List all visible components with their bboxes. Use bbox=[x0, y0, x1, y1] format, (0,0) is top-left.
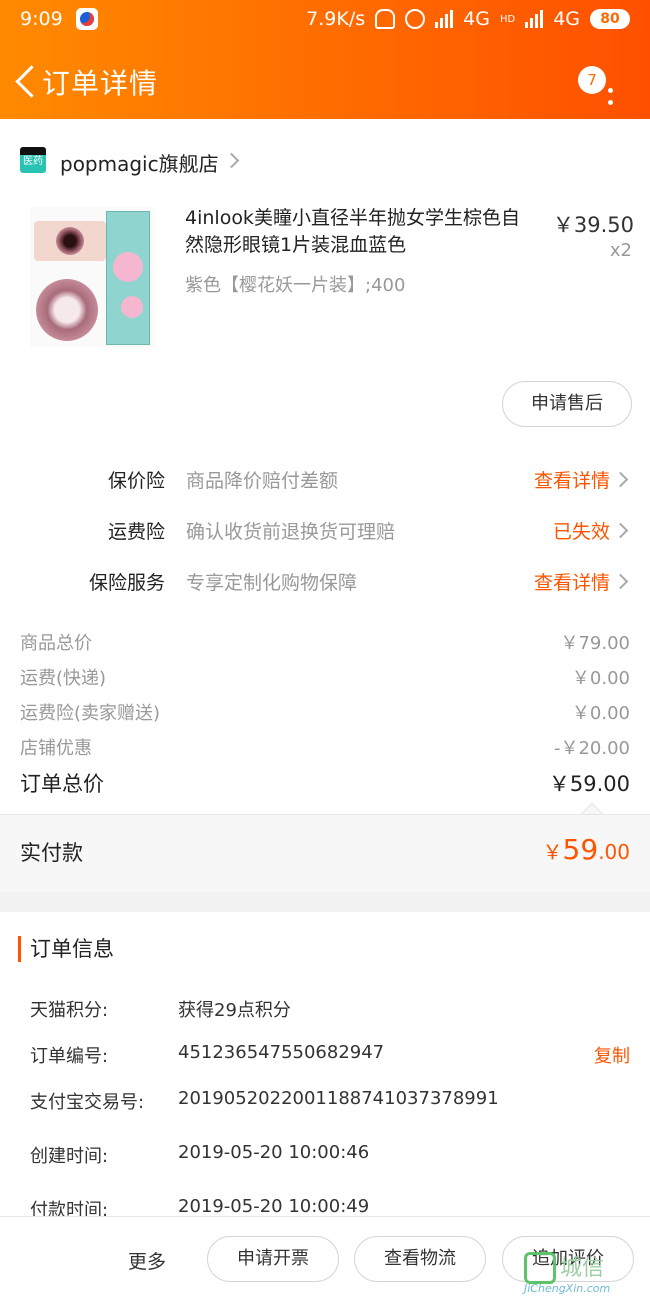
chevron-right-icon bbox=[612, 471, 629, 488]
network-speed: 7.9K/s bbox=[306, 8, 366, 30]
app-notification-icon bbox=[76, 8, 98, 30]
insurance-label: 运费险 bbox=[107, 521, 165, 543]
payment-currency: ￥ bbox=[542, 840, 563, 864]
status-right: 7.9K/s 4G HD 4G 80 bbox=[306, 8, 630, 30]
more-menu-button[interactable]: 7 bbox=[578, 66, 622, 114]
signal-icon-2 bbox=[525, 10, 544, 28]
order-total-label: 订单总价 bbox=[20, 772, 104, 796]
info-key: 订单编号: bbox=[30, 1046, 109, 1067]
product-box bbox=[106, 211, 150, 345]
info-row: 订单编号: 451236547550682947 复制 bbox=[0, 1038, 650, 1068]
info-key: 支付宝交易号: bbox=[30, 1092, 145, 1113]
info-row: 天猫积分: 获得29点积分 bbox=[0, 992, 650, 1022]
summary-label: 商品总价 bbox=[20, 633, 92, 654]
order-info-card: 订单信息 天猫积分: 获得29点积分 订单编号: 451236547550682… bbox=[0, 912, 650, 1221]
insurance-label: 保价险 bbox=[107, 470, 165, 492]
chevron-right-icon bbox=[612, 522, 629, 539]
payment-label: 实付款 bbox=[20, 841, 83, 865]
status-time: 9:09 bbox=[20, 8, 63, 30]
summary-value: ￥79.00 bbox=[560, 633, 630, 654]
status-bar: 9:09 7.9K/s 4G HD 4G 80 bbox=[0, 0, 650, 42]
insurance-link[interactable]: 查看详情 bbox=[534, 466, 610, 493]
watermark-url: JiChengXin.com bbox=[524, 1282, 611, 1295]
network-type-2: 4G bbox=[553, 8, 580, 30]
summary-label: 运费险(卖家赠送) bbox=[20, 703, 161, 724]
summary-label: 运费(快递) bbox=[20, 668, 107, 689]
shop-name[interactable]: popmagic旗舰店 bbox=[60, 148, 219, 177]
order-total-row: 订单总价 ￥59.00 bbox=[0, 766, 650, 800]
header-bar: 9:09 7.9K/s 4G HD 4G 80 订单详情 7 bbox=[0, 0, 650, 119]
info-value: 2019052022001188741037378991 bbox=[178, 1088, 499, 1109]
order-total-value: ￥59.00 bbox=[548, 772, 630, 796]
info-key: 天猫积分: bbox=[30, 1000, 109, 1021]
product-title[interactable]: 4inlook美瞳小直径半年抛女学生棕色自然隐形眼镜1片装混血蓝色 bbox=[185, 205, 535, 259]
watermark-text: 城信 bbox=[560, 1256, 605, 1281]
more-button[interactable]: 更多 bbox=[128, 1247, 166, 1274]
summary-row: 商品总价 ￥79.00 bbox=[0, 627, 650, 655]
payment-amount-int: 59 bbox=[562, 833, 599, 866]
order-card: 医药 popmagic旗舰店 4inlook美瞳小直径半年抛女学生棕色自然隐形眼… bbox=[0, 119, 650, 814]
insurance-row-shipping[interactable]: 运费险 确认收货前退换货可理赔 已失效 bbox=[0, 515, 650, 545]
payment-amount: ￥59.00 bbox=[543, 833, 630, 866]
network-type-1: 4G bbox=[463, 8, 490, 30]
info-row: 支付宝交易号: 2019052022001188741037378991 bbox=[0, 1084, 650, 1114]
product-sku: 紫色【樱花妖一片装】;400 bbox=[185, 275, 406, 296]
info-value: 2019-05-20 10:00:46 bbox=[178, 1142, 370, 1163]
order-info-title: 订单信息 bbox=[18, 936, 114, 962]
summary-row: 运费(快递) ￥0.00 bbox=[0, 662, 650, 690]
notification-badge: 7 bbox=[578, 66, 606, 94]
insurance-link[interactable]: 查看详情 bbox=[534, 568, 610, 595]
mute-bell-icon bbox=[375, 9, 396, 29]
info-value: 451236547550682947 bbox=[178, 1042, 385, 1063]
page-title: 订单详情 bbox=[42, 67, 159, 100]
insurance-row-price-protect[interactable]: 保价险 商品降价赔付差额 查看详情 bbox=[0, 464, 650, 494]
summary-value: ￥0.00 bbox=[571, 703, 630, 724]
insurance-desc: 专享定制化购物保障 bbox=[186, 572, 358, 594]
lens-photo bbox=[36, 279, 98, 341]
summary-value: -￥20.00 bbox=[553, 738, 630, 759]
insurance-row-service[interactable]: 保险服务 专享定制化购物保障 查看详情 bbox=[0, 566, 650, 596]
chevron-right-icon bbox=[223, 152, 240, 169]
summary-value: ￥0.00 bbox=[571, 668, 630, 689]
insurance-link[interactable]: 已失效 bbox=[553, 517, 610, 544]
eye-photo bbox=[34, 221, 106, 261]
actual-payment-row: 实付款 ￥59.00 bbox=[0, 814, 650, 892]
back-arrow-icon[interactable] bbox=[12, 64, 36, 98]
info-value: 2019-05-20 10:00:49 bbox=[178, 1196, 370, 1217]
invoice-button[interactable]: 申请开票 bbox=[207, 1236, 339, 1282]
watermark-logo-icon bbox=[524, 1252, 556, 1284]
info-row: 创建时间: 2019-05-20 10:00:46 bbox=[0, 1138, 650, 1168]
product-quantity: x2 bbox=[609, 240, 632, 261]
battery-icon: 80 bbox=[590, 9, 630, 29]
summary-label: 店铺优惠 bbox=[20, 738, 92, 759]
summary-row: 运费险(卖家赠送) ￥0.00 bbox=[0, 697, 650, 725]
insurance-desc: 确认收货前退换货可理赔 bbox=[186, 521, 396, 543]
hd-label: HD bbox=[499, 13, 516, 25]
watermark: 城信 JiChengXin.com bbox=[524, 1250, 644, 1296]
insurance-desc: 商品降价赔付差额 bbox=[186, 470, 339, 492]
shop-row[interactable]: 医药 popmagic旗舰店 bbox=[0, 145, 650, 177]
nav-bar: 订单详情 7 bbox=[0, 50, 650, 110]
product-price: ￥39.50 bbox=[552, 213, 634, 237]
summary-row: 店铺优惠 -￥20.00 bbox=[0, 732, 650, 760]
info-key: 创建时间: bbox=[30, 1146, 109, 1167]
view-logistics-button[interactable]: 查看物流 bbox=[354, 1236, 486, 1282]
insurance-label: 保险服务 bbox=[88, 572, 165, 594]
product-image[interactable] bbox=[30, 207, 155, 347]
copy-order-number-button[interactable]: 复制 bbox=[594, 1042, 630, 1068]
shop-logo: 医药 bbox=[20, 147, 46, 173]
payment-amount-dec: .00 bbox=[598, 840, 630, 864]
after-sale-button[interactable]: 申请售后 bbox=[502, 381, 632, 427]
signal-icon bbox=[435, 10, 454, 28]
info-value: 获得29点积分 bbox=[178, 1000, 291, 1021]
chevron-right-icon bbox=[612, 573, 629, 590]
alarm-icon bbox=[405, 9, 426, 29]
